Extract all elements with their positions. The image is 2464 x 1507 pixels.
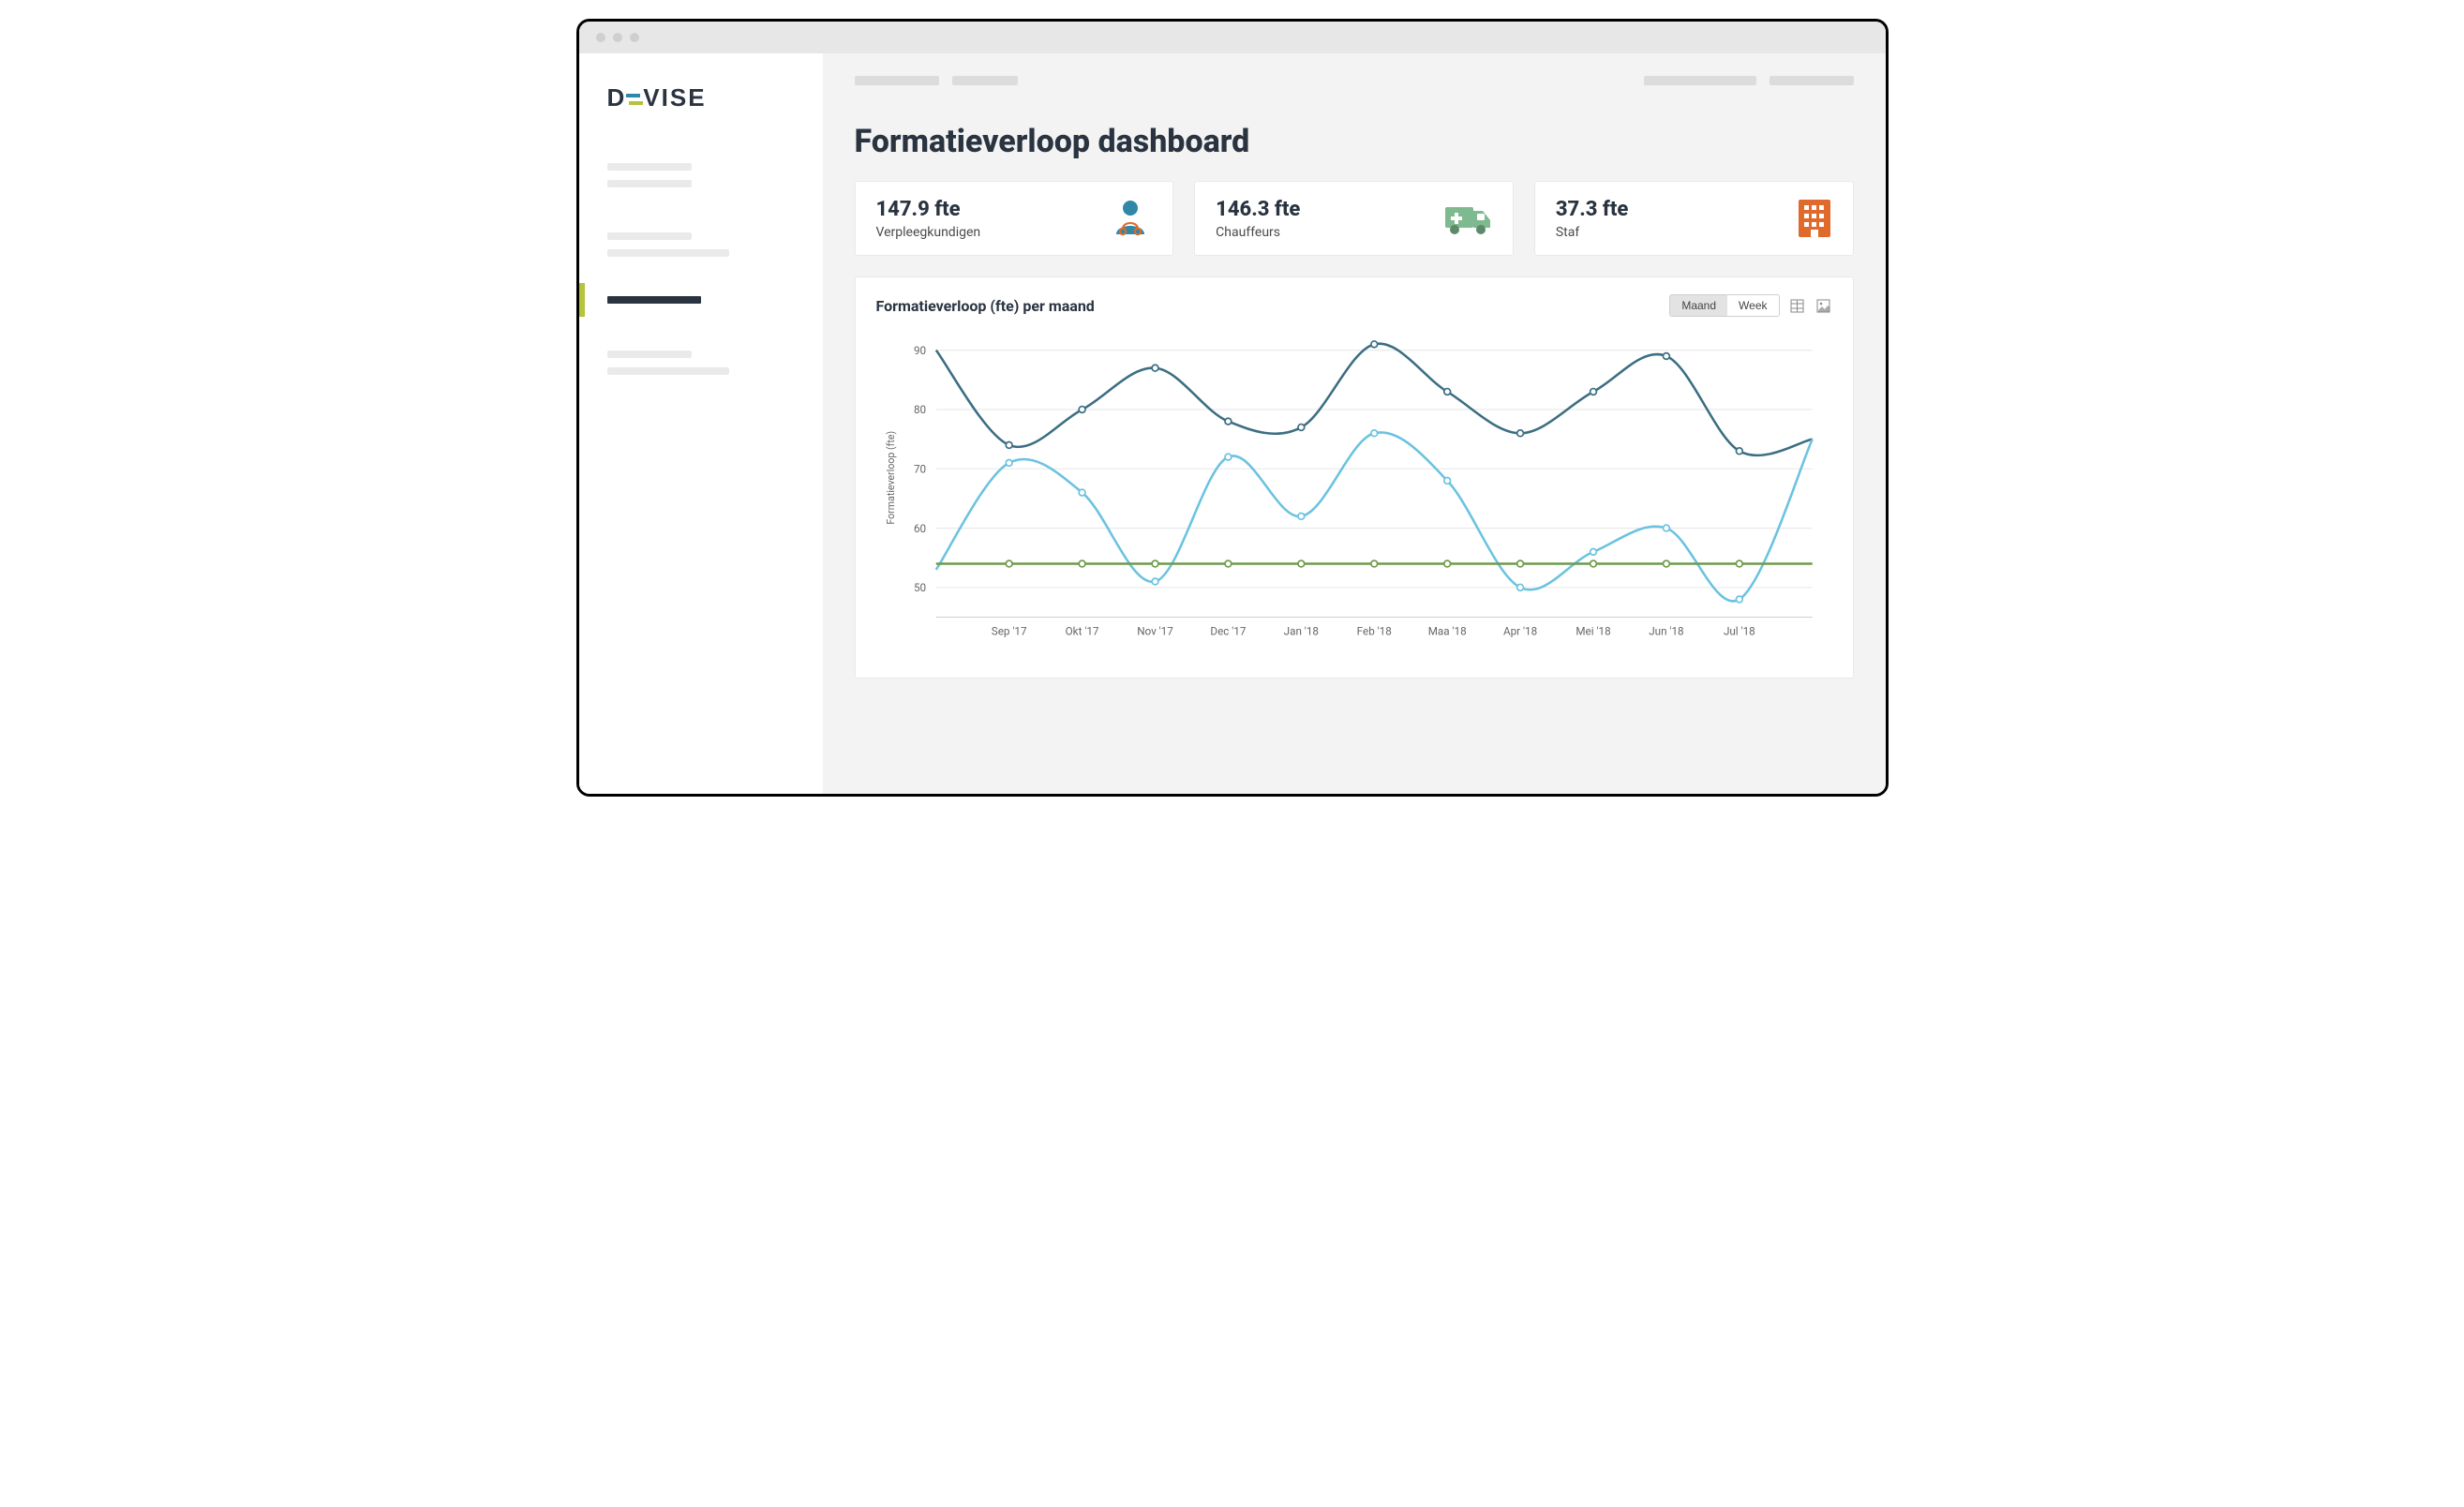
topbar-placeholder bbox=[855, 76, 939, 85]
traffic-light-dot bbox=[613, 33, 622, 42]
nav-item-placeholder[interactable] bbox=[607, 163, 692, 171]
svg-text:Mei '18: Mei '18 bbox=[1575, 625, 1610, 638]
nav-item-placeholder[interactable] bbox=[607, 249, 729, 257]
kpi-cards-row: 147.9 fte Verpleegkundigen bbox=[855, 181, 1854, 256]
svg-text:90: 90 bbox=[914, 344, 926, 357]
kpi-value: 146.3 fte bbox=[1216, 198, 1300, 221]
svg-text:Feb '18: Feb '18 bbox=[1356, 625, 1391, 638]
kpi-label: Verpleegkundigen bbox=[876, 225, 981, 240]
toggle-week-button[interactable]: Week bbox=[1727, 295, 1778, 316]
chart-area: 50 60 70 80 90 Sep '17 Okt '17 Nov '17 Dec '17 Ja… bbox=[876, 322, 1832, 655]
svg-text:Formatieverloop (fte): Formatieverloop (fte) bbox=[885, 431, 897, 525]
svg-text:Dec '17: Dec '17 bbox=[1210, 625, 1246, 638]
svg-text:Jun '18: Jun '18 bbox=[1649, 625, 1683, 638]
svg-text:Nov '17: Nov '17 bbox=[1137, 625, 1173, 638]
building-icon bbox=[1797, 198, 1832, 239]
topbar-placeholder bbox=[1644, 76, 1756, 85]
page-title: Formatieverloop dashboard bbox=[855, 123, 1854, 160]
svg-text:50: 50 bbox=[914, 581, 926, 594]
kpi-card-verpleegkundigen[interactable]: 147.9 fte Verpleegkundigen bbox=[855, 181, 1174, 256]
period-toggle: Maand Week bbox=[1669, 294, 1779, 317]
brand-logo: DVISE bbox=[579, 70, 823, 137]
kpi-label: Staf bbox=[1556, 225, 1628, 240]
kpi-value: 37.3 fte bbox=[1556, 198, 1628, 221]
table-export-icon[interactable] bbox=[1789, 297, 1806, 314]
nav-item-active[interactable] bbox=[579, 276, 823, 324]
topbar bbox=[855, 76, 1854, 85]
browser-titlebar bbox=[579, 22, 1886, 53]
chart-controls: Maand Week bbox=[1669, 294, 1831, 317]
nav-group-1 bbox=[579, 137, 823, 206]
svg-text:60: 60 bbox=[914, 522, 926, 535]
nav-group-2 bbox=[579, 206, 823, 276]
chart-panel: Formatieverloop (fte) per maand Maand We… bbox=[855, 276, 1854, 679]
nav-item-placeholder[interactable] bbox=[607, 367, 729, 375]
doctor-icon bbox=[1109, 197, 1152, 240]
svg-text:Maa '18: Maa '18 bbox=[1427, 625, 1466, 638]
svg-text:Jan '18: Jan '18 bbox=[1283, 625, 1318, 638]
sidebar: DVISE bbox=[579, 53, 823, 794]
topbar-placeholder bbox=[952, 76, 1018, 85]
kpi-card-chauffeurs[interactable]: 146.3 fte Chauffeurs bbox=[1194, 181, 1514, 256]
topbar-placeholder bbox=[1770, 76, 1854, 85]
app-root: DVISE bbox=[579, 53, 1886, 794]
chart-panel-header: Formatieverloop (fte) per maand Maand We… bbox=[876, 294, 1832, 317]
traffic-light-dot bbox=[630, 33, 639, 42]
nav-item-placeholder[interactable] bbox=[607, 180, 692, 187]
svg-text:70: 70 bbox=[914, 463, 926, 476]
nav-item-active-bar bbox=[607, 296, 701, 304]
kpi-value: 147.9 fte bbox=[876, 198, 981, 221]
kpi-card-staf[interactable]: 37.3 fte Staf bbox=[1534, 181, 1854, 256]
svg-text:80: 80 bbox=[914, 403, 926, 416]
toggle-maand-button[interactable]: Maand bbox=[1670, 295, 1727, 316]
svg-text:Apr '18: Apr '18 bbox=[1502, 625, 1536, 638]
svg-text:Jul '18: Jul '18 bbox=[1723, 625, 1755, 638]
traffic-light-dot bbox=[596, 33, 605, 42]
browser-frame: DVISE bbox=[576, 19, 1889, 797]
nav-item-placeholder[interactable] bbox=[607, 232, 692, 240]
kpi-label: Chauffeurs bbox=[1216, 225, 1300, 240]
nav-group-3 bbox=[579, 324, 823, 394]
image-export-icon[interactable] bbox=[1815, 297, 1832, 314]
ambulance-icon bbox=[1443, 200, 1492, 237]
brand-equals-icon bbox=[626, 85, 643, 114]
svg-text:Sep '17: Sep '17 bbox=[991, 625, 1026, 638]
line-chart: 50 60 70 80 90 Sep '17 Okt '17 Nov '17 Dec '17 Ja… bbox=[876, 322, 1832, 651]
chart-title: Formatieverloop (fte) per maand bbox=[876, 297, 1095, 315]
nav-item-placeholder[interactable] bbox=[607, 351, 692, 358]
main-content: Formatieverloop dashboard 147.9 fte Verp… bbox=[823, 53, 1886, 794]
svg-text:Okt '17: Okt '17 bbox=[1065, 625, 1098, 638]
